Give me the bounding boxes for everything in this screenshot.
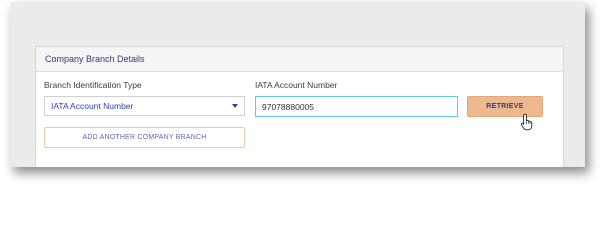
branch-type-label: Branch Identification Type xyxy=(44,80,142,90)
panel-title: Company Branch Details xyxy=(45,54,145,64)
screenshot-frame: Company Branch Details Branch Identifica… xyxy=(10,2,585,167)
chevron-down-icon xyxy=(232,104,238,108)
branch-type-select[interactable]: IATA Account Number xyxy=(44,96,245,116)
iata-account-input[interactable] xyxy=(255,96,458,117)
hand-pointer-icon xyxy=(520,113,533,131)
panel-header: Company Branch Details xyxy=(36,47,563,72)
branch-type-selected-value: IATA Account Number xyxy=(51,101,134,111)
iata-account-label: IATA Account Number xyxy=(255,80,338,90)
add-another-branch-button[interactable]: ADD ANOTHER COMPANY BRANCH xyxy=(44,127,245,148)
company-branch-panel: Company Branch Details Branch Identifica… xyxy=(35,46,564,167)
